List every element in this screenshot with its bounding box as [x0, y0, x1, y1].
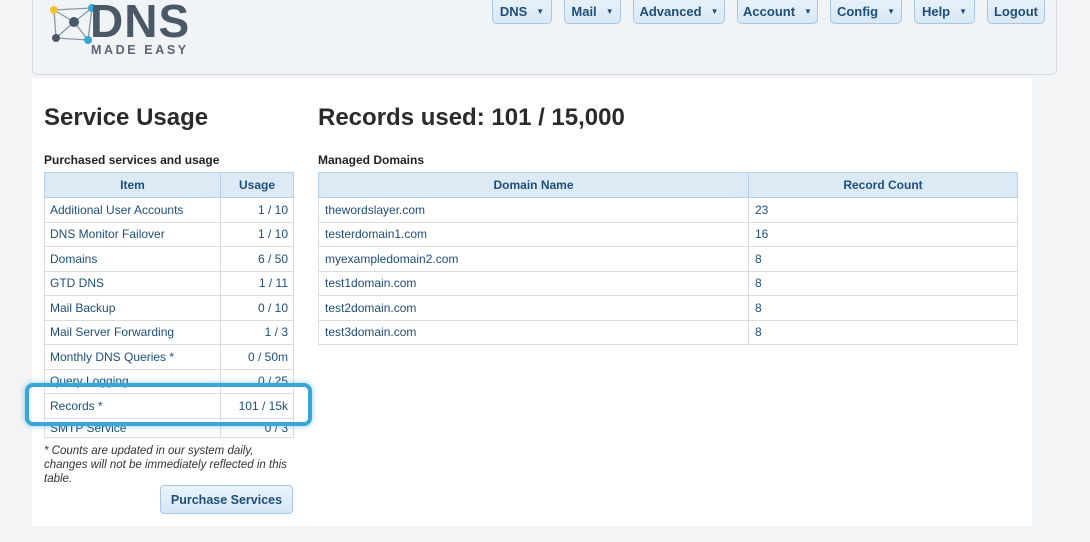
usage-cell: 0 / 10 [220, 295, 294, 321]
logo-subtitle: MADE EASY [91, 43, 189, 57]
item-cell: Mail Server Forwarding [44, 319, 221, 345]
nav-label: Logout [993, 3, 1039, 19]
nav-mail-menu[interactable]: Mail ▼ [564, 0, 621, 24]
table-row: thewordslayer.com 23 [318, 197, 1018, 223]
table-row: SMTP Service 0 / 3 [44, 417, 294, 438]
caret-down-icon: ▼ [536, 6, 545, 16]
domain-link[interactable]: test1domain.com [318, 270, 749, 296]
managed-domains-subtitle: Managed Domains [318, 153, 425, 167]
record-count-cell: 16 [748, 221, 1018, 247]
column-header-domain-name[interactable]: Domain Name [318, 172, 749, 198]
table-row: Query Logging 0 / 25 [44, 368, 294, 394]
usage-cell: 1 / 10 [220, 197, 294, 223]
item-cell: SMTP Service [44, 417, 221, 438]
caret-down-icon: ▼ [710, 6, 719, 16]
table-header-row: Domain Name Record Count [318, 172, 1018, 198]
usage-cell: 0 / 50m [220, 344, 294, 370]
managed-domains-table: Domain Name Record Count thewordslayer.c… [318, 172, 1018, 345]
usage-cell: 0 / 3 [220, 417, 294, 438]
table-row: Mail Server Forwarding 1 / 3 [44, 319, 294, 345]
record-count-cell: 23 [748, 197, 1018, 223]
item-cell: Additional User Accounts [44, 197, 221, 223]
caret-down-icon: ▼ [959, 6, 968, 16]
service-usage-subtitle: Purchased services and usage [44, 153, 220, 167]
table-row: Additional User Accounts 1 / 10 [44, 197, 294, 223]
domain-link[interactable]: myexampledomain2.com [318, 246, 749, 272]
item-cell: Monthly DNS Queries * [44, 344, 221, 370]
domain-link[interactable]: test3domain.com [318, 319, 749, 345]
nav-label: Config [836, 3, 879, 19]
table-row: myexampledomain2.com 8 [318, 246, 1018, 272]
service-usage-table: Item Usage Additional User Accounts 1 / 1… [44, 172, 294, 438]
purchase-services-button[interactable]: Purchase Services [160, 485, 293, 514]
usage-cell: 1 / 10 [220, 221, 294, 247]
caret-down-icon: ▼ [887, 6, 896, 16]
counts-note: * Counts are updated in our system daily… [44, 445, 287, 485]
usage-cell: 0 / 25 [220, 368, 294, 394]
logo[interactable]: DNS MADE EASY [44, 0, 214, 62]
nav-dns-menu[interactable]: DNS ▼ [492, 0, 552, 24]
record-count-cell: 8 [748, 246, 1018, 272]
logout-button[interactable]: Logout [987, 0, 1045, 24]
caret-down-icon: ▼ [804, 6, 812, 16]
table-row: GTD DNS 1 / 11 [44, 270, 294, 296]
nav-help-menu[interactable]: Help ▼ [914, 0, 975, 24]
service-usage-title: Service Usage [44, 104, 209, 131]
nav-account-menu[interactable]: Account ▼ [737, 0, 818, 24]
logo-title: DNS [90, 0, 191, 47]
item-cell: Domains [44, 246, 221, 272]
column-header-record-count[interactable]: Record Count [748, 172, 1018, 198]
table-row: test3domain.com 8 [318, 319, 1018, 345]
item-cell: Mail Backup [44, 295, 221, 321]
records-used-title: Records used: 101 / 15,000 [318, 104, 625, 131]
caret-down-icon: ▼ [605, 6, 614, 16]
table-row-records: Records * 101 / 15k [44, 393, 294, 419]
nav-label: Mail [571, 3, 597, 19]
nav-label: Advanced [639, 3, 702, 19]
table-header-row: Item Usage [44, 172, 294, 198]
table-row: Domains 6 / 50 [44, 246, 294, 272]
domain-link[interactable]: testerdomain1.com [318, 221, 749, 247]
nav-advanced-menu[interactable]: Advanced ▼ [633, 0, 725, 24]
record-count-cell: 8 [748, 295, 1018, 321]
nav-config-menu[interactable]: Config ▼ [830, 0, 902, 24]
table-row: DNS Monitor Failover 1 / 10 [44, 221, 294, 247]
table-row: Monthly DNS Queries * 0 / 50m [44, 344, 294, 370]
usage-cell: 6 / 50 [220, 246, 294, 272]
usage-cell: 1 / 3 [220, 319, 294, 345]
record-count-cell: 8 [748, 319, 1018, 345]
table-row: testerdomain1.com 16 [318, 221, 1018, 247]
table-row: test1domain.com 8 [318, 270, 1018, 296]
domain-link[interactable]: thewordslayer.com [318, 197, 749, 223]
nav-label: DNS [499, 3, 528, 19]
domain-link[interactable]: test2domain.com [318, 295, 749, 321]
item-cell: GTD DNS [44, 270, 221, 296]
nav-label: Account [743, 3, 796, 19]
table-row: Mail Backup 0 / 10 [44, 295, 294, 321]
table-row: test2domain.com 8 [318, 295, 1018, 321]
item-cell: DNS Monitor Failover [44, 221, 221, 247]
nav-label: Help [921, 3, 951, 19]
record-count-cell: 8 [748, 270, 1018, 296]
usage-cell: 101 / 15k [220, 393, 294, 419]
column-header-usage[interactable]: Usage [220, 172, 294, 198]
item-cell: Query Logging [44, 368, 221, 394]
usage-cell: 1 / 11 [220, 270, 294, 296]
item-cell: Records * [44, 393, 221, 419]
column-header-item[interactable]: Item [44, 172, 221, 198]
